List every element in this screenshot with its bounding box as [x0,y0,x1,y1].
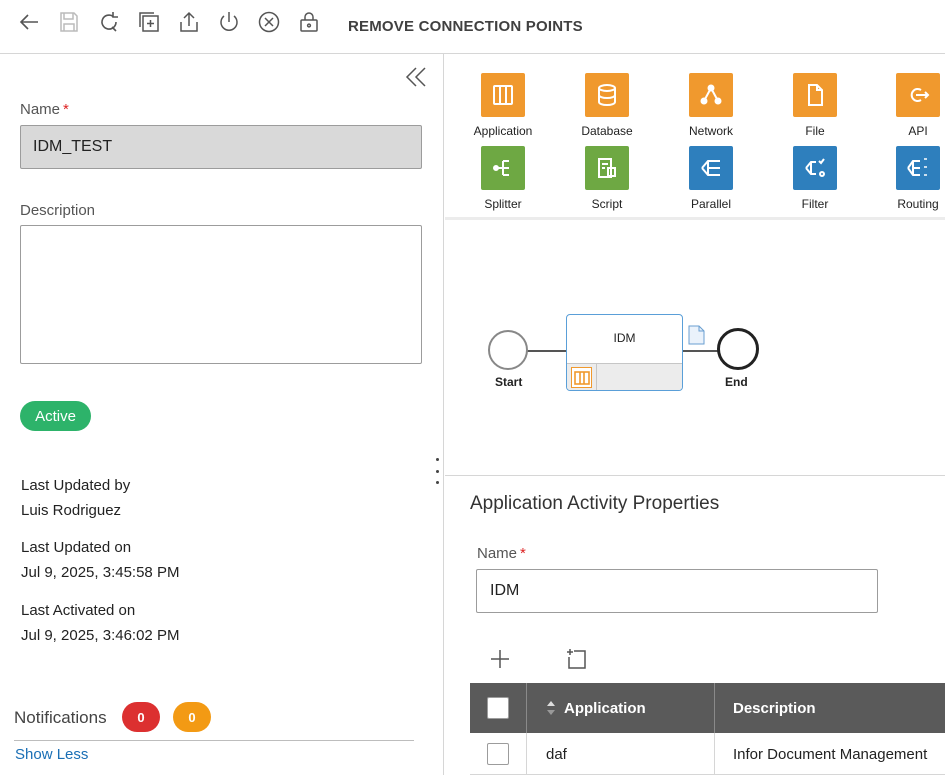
status-badge[interactable]: Active [20,401,91,431]
splitter-icon [481,146,525,190]
column-header-description[interactable]: Description [715,683,945,733]
network-icon [689,73,733,117]
show-less-link[interactable]: Show Less [15,746,88,763]
cell-description: Infor Document Management [733,745,928,763]
power-icon[interactable] [216,9,242,35]
description-label: Description [20,202,96,219]
notifications-warning-badge[interactable]: 0 [173,702,211,732]
palette-label: Splitter [484,197,522,211]
last-activated-on-label: Last Activated on [21,602,136,619]
api-icon [896,73,940,117]
application-icon [571,367,592,388]
last-updated-by-value: Luis Rodriguez [21,502,122,519]
document-icon[interactable] [688,325,705,345]
palette-label: Filter [801,197,829,211]
cell-application: daf [527,733,715,775]
palette-label: Script [591,197,623,211]
database-icon [585,73,629,117]
name-label: Name * [20,101,69,118]
details-panel: Name * IDM_TEST Description Active Last U… [0,54,444,775]
properties-title: Application Activity Properties [470,493,720,514]
last-updated-on-label: Last Updated on [21,539,132,556]
name-field[interactable]: IDM_TEST [20,125,422,169]
last-updated-by-label: Last Updated by [21,477,131,494]
activity-title: IDM [613,331,636,345]
palette-label: Parallel [690,197,732,211]
add-icon[interactable] [487,646,513,672]
activity-footer [567,363,682,390]
palette-item-routing[interactable]: Routing [873,146,945,211]
file-icon [793,73,837,117]
row-select-cell [470,733,527,775]
palette-item-script[interactable]: Script [562,146,652,211]
routing-icon [896,146,940,190]
palette-item-filter[interactable]: Filter [770,146,860,211]
activity-palette: Application Database Network File API Sp… [445,54,945,220]
panel-resize-handle[interactable] [435,458,439,484]
notifications-error-badge[interactable]: 0 [122,702,160,732]
export-icon[interactable] [176,9,202,35]
start-label: Start [495,375,523,389]
select-all-checkbox[interactable] [487,697,509,719]
add-document-icon[interactable] [563,646,589,672]
palette-item-application[interactable]: Application [458,73,548,138]
palette-item-file[interactable]: File [770,73,860,138]
description-field[interactable] [20,225,422,364]
start-node[interactable] [488,330,528,370]
script-icon [585,146,629,190]
palette-item-database[interactable]: Database [562,73,652,138]
parallel-icon [689,146,733,190]
palette-item-api[interactable]: API [873,73,945,138]
palette-label: Network [688,124,733,138]
refresh-icon[interactable] [96,9,122,35]
row-checkbox[interactable] [487,743,509,765]
collapse-panel-icon[interactable] [403,64,429,90]
activity-name-field[interactable]: IDM [476,569,878,613]
applications-table: Application Description daf Infor Docume… [470,683,945,775]
palette-label: File [805,124,825,138]
required-mark: * [520,545,526,562]
sort-icon [547,701,555,715]
palette-label: Database [581,124,633,138]
table-header: Application Description [470,683,945,733]
table-row[interactable]: daf Infor Document Management [470,733,945,775]
toolbar: REMOVE CONNECTION POINTS [0,0,945,54]
palette-item-splitter[interactable]: Splitter [458,146,548,211]
copy-icon[interactable] [136,9,162,35]
save-icon[interactable] [56,9,82,35]
divider [14,740,414,741]
palette-item-network[interactable]: Network [666,73,756,138]
notifications-label: Notifications [14,708,107,727]
end-label: End [725,375,748,389]
application-icon [481,73,525,117]
lock-icon[interactable] [296,9,322,35]
flow-canvas[interactable]: Start IDM End [445,222,945,476]
palette-label: Application [473,124,533,138]
palette-label: API [908,124,928,138]
palette-label: Routing [897,197,939,211]
back-arrow-icon[interactable] [16,9,42,35]
filter-icon [793,146,837,190]
connector-line [527,350,567,352]
activity-node-idm[interactable]: IDM [566,314,683,391]
connector-line [683,350,719,352]
activity-name-label: Name * [477,545,526,562]
required-mark: * [63,101,69,118]
select-all-cell [470,683,527,733]
last-updated-on-value: Jul 9, 2025, 3:45:58 PM [21,564,180,581]
column-header-application[interactable]: Application [527,683,715,733]
palette-item-parallel[interactable]: Parallel [666,146,756,211]
last-activated-on-value: Jul 9, 2025, 3:46:02 PM [21,627,180,644]
toolbar-title: REMOVE CONNECTION POINTS [348,18,583,35]
end-node[interactable] [717,328,759,370]
cancel-circle-icon[interactable] [256,9,282,35]
